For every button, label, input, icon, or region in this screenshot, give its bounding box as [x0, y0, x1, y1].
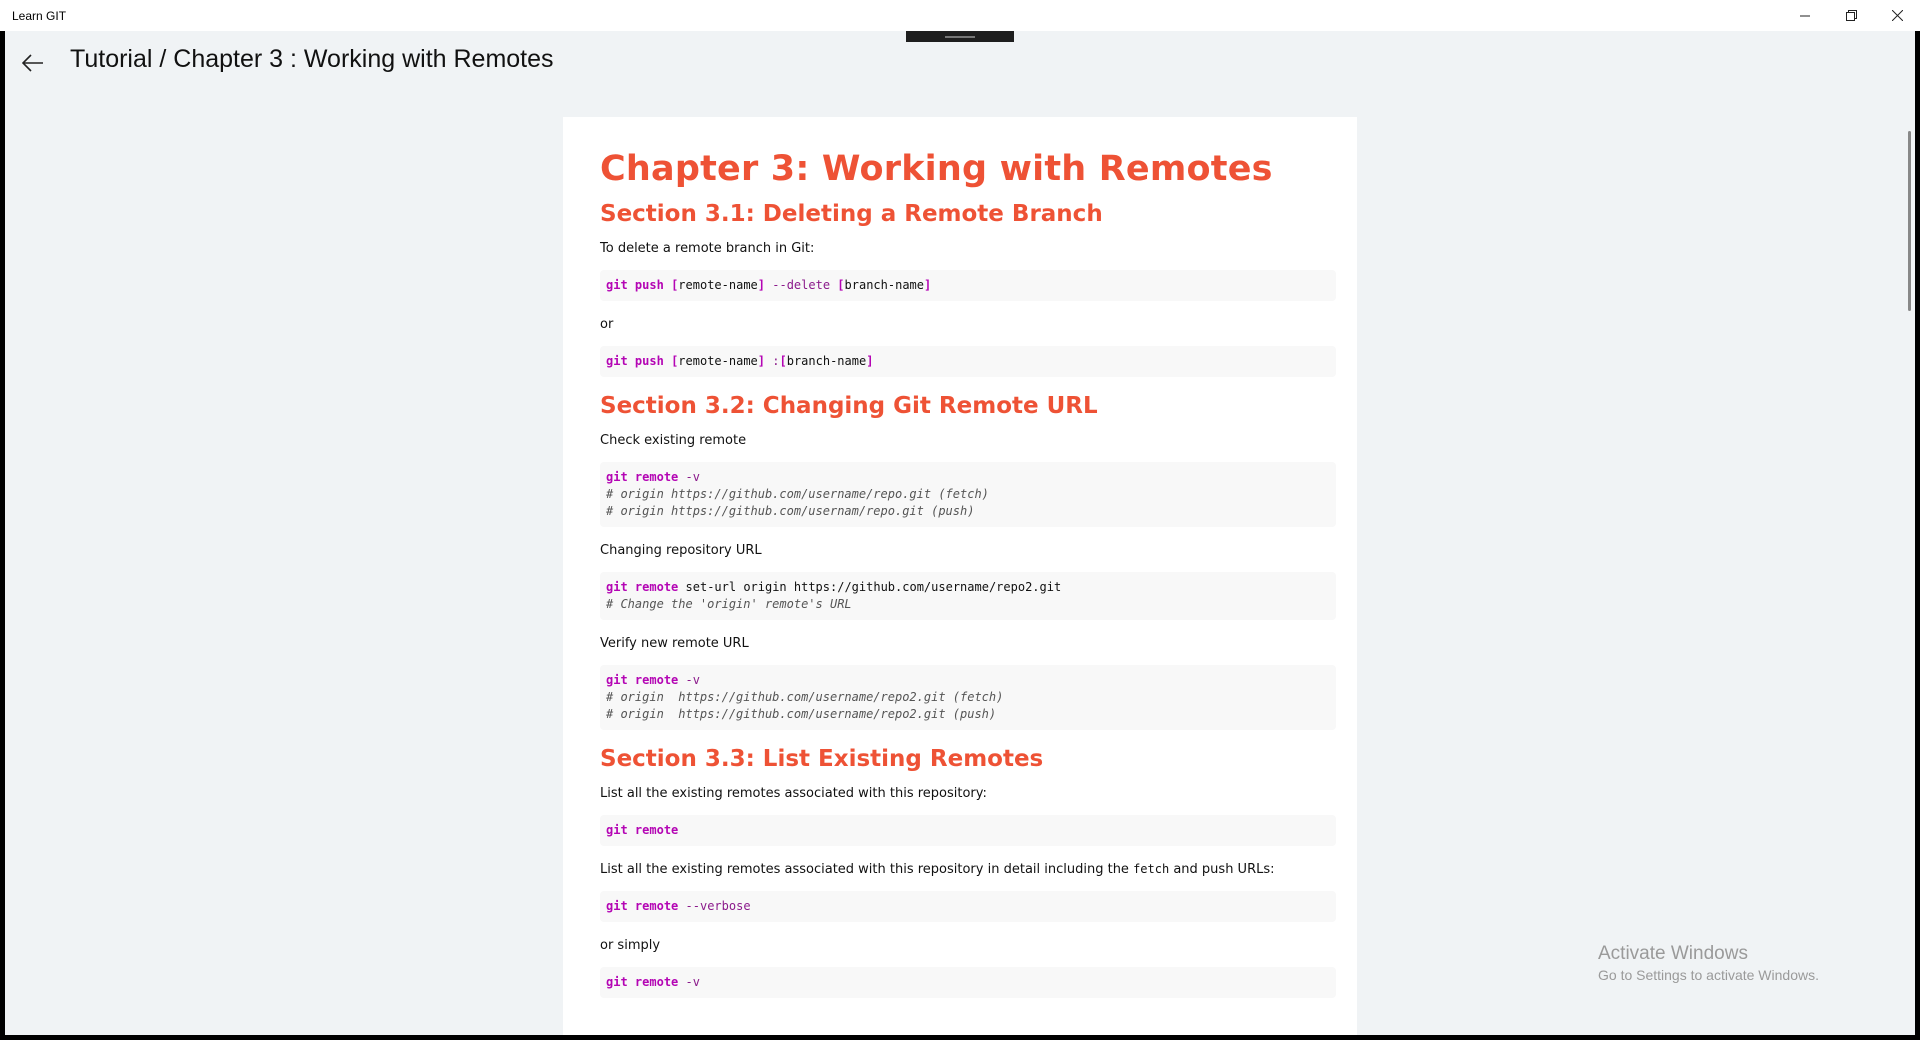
- code-keyword: remote: [634, 673, 679, 687]
- code-keyword: remote: [634, 899, 679, 913]
- drag-handle[interactable]: [906, 31, 1014, 42]
- code-bracket: ]: [757, 278, 766, 292]
- app-content: Tutorial / Chapter 3 : Working with Remo…: [5, 31, 1915, 1035]
- code-block: git remote --verbose: [600, 891, 1336, 922]
- paragraph: Verify new remote URL: [600, 636, 749, 651]
- paragraph: Check existing remote: [600, 433, 747, 448]
- minimize-button[interactable]: [1782, 0, 1828, 31]
- code-keyword: push: [634, 278, 664, 292]
- minimize-icon: [1800, 15, 1810, 16]
- code-keyword: remote: [634, 580, 679, 594]
- title-bar: Learn GIT: [0, 0, 1920, 31]
- code-block: git remote set-url origin https://github…: [600, 572, 1336, 620]
- code-keyword: git: [606, 899, 628, 913]
- code-arg: branch-name: [786, 354, 867, 368]
- code-flag: -v: [685, 975, 700, 989]
- activation-watermark: Activate Windows Go to Settings to activ…: [1598, 943, 1819, 983]
- code-arg: remote-name: [678, 278, 758, 292]
- chapter-title: Chapter 3: Working with Remotes: [600, 149, 1273, 189]
- text: and push URLs:: [1169, 862, 1275, 877]
- code-keyword: git: [606, 823, 628, 837]
- arrow-left-icon: [22, 54, 43, 72]
- code-bracket: ]: [924, 278, 932, 292]
- document-view: Chapter 3: Working with Remotes Section …: [563, 117, 1357, 1035]
- code-keyword: remote: [634, 975, 679, 989]
- restore-button[interactable]: [1828, 0, 1874, 31]
- code-bracket: [: [779, 354, 787, 368]
- paragraph: List all the existing remotes associated…: [600, 862, 1320, 877]
- window-controls: [1782, 0, 1920, 31]
- code-bracket: [: [837, 278, 845, 292]
- code-block: git remote: [600, 815, 1336, 846]
- section-heading-3-1: Section 3.1: Deleting a Remote Branch: [600, 201, 1103, 227]
- code-comment: # Change the 'origin' remote's URL: [606, 597, 852, 611]
- code-keyword: git: [606, 354, 628, 368]
- grip-icon: [945, 35, 975, 38]
- code-block: git push [remote-name] --delete [branch-…: [600, 270, 1336, 301]
- code-keyword: git: [606, 580, 628, 594]
- code-keyword: remote: [634, 470, 679, 484]
- section-heading-3-3: Section 3.3: List Existing Remotes: [600, 746, 1044, 772]
- inline-code: fetch: [1133, 862, 1170, 876]
- vertical-scrollbar[interactable]: [1908, 131, 1911, 311]
- code-flag: --verbose: [685, 899, 751, 913]
- close-button[interactable]: [1874, 0, 1920, 31]
- code-arg: remote-name: [678, 354, 758, 368]
- paragraph: or: [600, 317, 614, 332]
- code-comment: # origin https://github.com/usernam/repo…: [606, 504, 975, 518]
- code-comment: # origin https://github.com/username/rep…: [606, 690, 1004, 704]
- code-bracket: ]: [757, 354, 766, 368]
- paragraph: List all the existing remotes associated…: [600, 786, 987, 801]
- code-keyword: push: [634, 354, 664, 368]
- code-block: git remote -v # origin https://github.co…: [600, 462, 1336, 527]
- text: List all the existing remotes associated…: [600, 862, 1134, 877]
- back-button[interactable]: [15, 49, 51, 77]
- code-block: git remote -v # origin https://github.co…: [600, 665, 1336, 730]
- section-heading-3-2: Section 3.2: Changing Git Remote URL: [600, 393, 1098, 419]
- code-keyword: git: [606, 975, 628, 989]
- watermark-title: Activate Windows: [1598, 943, 1748, 964]
- code-arg: set-url origin https://github.com/userna…: [685, 580, 1062, 594]
- app-title: Learn GIT: [12, 8, 67, 23]
- code-keyword: git: [606, 470, 628, 484]
- code-flag: -v: [685, 470, 700, 484]
- paragraph: or simply: [600, 938, 661, 953]
- close-icon: [1891, 10, 1903, 21]
- code-keyword: remote: [634, 823, 679, 837]
- code-keyword: git: [606, 278, 628, 292]
- code-block: git push [remote-name] :[branch-name]: [600, 346, 1336, 377]
- code-keyword: git: [606, 673, 628, 687]
- code-arg: branch-name: [844, 278, 924, 292]
- paragraph: Changing repository URL: [600, 543, 762, 558]
- breadcrumb: Tutorial / Chapter 3 : Working with Remo…: [70, 45, 554, 73]
- code-flag: -v: [685, 673, 700, 687]
- watermark-subtitle: Go to Settings to activate Windows.: [1598, 967, 1819, 983]
- code-comment: # origin https://github.com/username/rep…: [606, 487, 989, 501]
- paragraph: To delete a remote branch in Git:: [600, 241, 815, 256]
- restore-icon: [1845, 10, 1857, 21]
- code-bracket: ]: [866, 354, 874, 368]
- code-block: git remote -v: [600, 967, 1336, 998]
- code-comment: # origin https://github.com/username/rep…: [606, 707, 997, 721]
- code-flag: --delete: [772, 278, 831, 292]
